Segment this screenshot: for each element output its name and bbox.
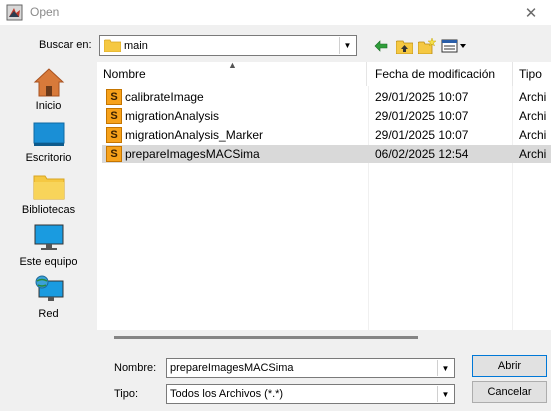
filename-field[interactable]: prepareImagesMACSima ▼ bbox=[166, 358, 455, 378]
place-label: Bibliotecas bbox=[21, 204, 76, 216]
list-item[interactable]: S calibrateImage 29/01/2025 10:07 Archi bbox=[102, 88, 551, 106]
lookin-combo[interactable]: main ▼ bbox=[99, 35, 357, 56]
file-name: calibrateImage bbox=[125, 90, 204, 104]
file-name: migrationAnalysis_Marker bbox=[125, 128, 264, 142]
file-date: 06/02/2025 12:54 bbox=[375, 147, 469, 161]
file-icon: S bbox=[106, 89, 122, 105]
list-item[interactable]: S migrationAnalysis 29/01/2025 10:07 Arc… bbox=[102, 107, 551, 125]
place-label: Inicio bbox=[35, 100, 62, 112]
filetype-value: Todos los Archivos (*.*) bbox=[170, 388, 284, 400]
file-name: prepareImagesMACSima bbox=[125, 147, 260, 161]
window-title: Open bbox=[30, 5, 60, 19]
sort-ascending-icon: ▲ bbox=[228, 60, 237, 70]
place-red[interactable]: Red bbox=[7, 273, 90, 325]
file-date: 29/01/2025 10:07 bbox=[375, 128, 469, 142]
file-date: 29/01/2025 10:07 bbox=[375, 109, 469, 123]
back-button[interactable] bbox=[373, 37, 389, 55]
column-date-label: Fecha de modificación bbox=[375, 67, 496, 81]
place-label: Este equipo bbox=[19, 256, 78, 268]
network-icon bbox=[35, 275, 64, 301]
chevron-down-icon[interactable]: ▼ bbox=[437, 360, 453, 376]
close-button[interactable]: ✕ bbox=[511, 0, 551, 25]
libraries-icon bbox=[33, 175, 65, 200]
places-bar: Inicio Escritorio Bibliotecas Este equip… bbox=[7, 62, 90, 330]
filename-value: prepareImagesMACSima bbox=[170, 362, 294, 374]
folder-icon bbox=[104, 39, 121, 52]
view-menu-button[interactable] bbox=[441, 37, 468, 55]
file-icon: S bbox=[106, 127, 122, 143]
up-folder-button[interactable] bbox=[395, 37, 413, 55]
filename-label: Nombre: bbox=[114, 362, 157, 374]
chevron-down-icon[interactable]: ▼ bbox=[339, 37, 355, 54]
file-name: migrationAnalysis bbox=[125, 109, 220, 123]
desktop-icon bbox=[33, 122, 65, 146]
new-folder-icon bbox=[418, 38, 436, 54]
lookin-value: main bbox=[124, 40, 148, 52]
up-folder-icon bbox=[395, 40, 413, 54]
file-date: 29/01/2025 10:07 bbox=[375, 90, 469, 104]
chevron-down-icon[interactable]: ▼ bbox=[437, 386, 453, 402]
filetype-label: Tipo: bbox=[114, 388, 139, 400]
cancel-button[interactable]: Cancelar bbox=[472, 381, 547, 403]
column-type-label: Tipo bbox=[519, 67, 542, 81]
lookin-label: Buscar en: bbox=[39, 39, 92, 51]
close-icon: ✕ bbox=[524, 4, 538, 22]
file-type: Archi bbox=[519, 90, 547, 104]
column-header-date[interactable]: Fecha de modificación bbox=[369, 62, 513, 86]
file-list[interactable]: ▲ Nombre Fecha de modificación Tipo S ca… bbox=[97, 60, 551, 330]
back-arrow-icon bbox=[374, 40, 388, 52]
place-label: Red bbox=[38, 308, 59, 320]
file-icon: S bbox=[106, 108, 122, 124]
file-icon: S bbox=[106, 146, 122, 162]
file-type: Archi bbox=[519, 128, 547, 142]
column-header-type[interactable]: Tipo bbox=[513, 62, 551, 86]
open-button[interactable]: Abrir bbox=[472, 355, 547, 377]
view-menu-icon bbox=[441, 39, 466, 53]
file-type: Archi bbox=[519, 109, 547, 123]
new-folder-button[interactable] bbox=[418, 37, 436, 55]
place-label: Escritorio bbox=[25, 152, 72, 164]
place-este-equipo[interactable]: Este equipo bbox=[7, 221, 90, 273]
title-bar: Open ✕ bbox=[0, 0, 551, 25]
column-name-label: Nombre bbox=[103, 67, 146, 81]
app-icon bbox=[6, 4, 23, 21]
filetype-select[interactable]: Todos los Archivos (*.*) ▼ bbox=[166, 384, 455, 404]
place-escritorio[interactable]: Escritorio bbox=[7, 117, 90, 169]
home-icon bbox=[33, 68, 65, 97]
place-inicio[interactable]: Inicio bbox=[7, 65, 90, 117]
file-type: Archi bbox=[519, 147, 547, 161]
horizontal-scrollbar[interactable] bbox=[114, 336, 418, 339]
this-pc-icon bbox=[34, 224, 64, 250]
column-header-name[interactable]: ▲ Nombre bbox=[97, 60, 367, 86]
list-item[interactable]: S migrationAnalysis_Marker 29/01/2025 10… bbox=[102, 126, 551, 144]
place-bibliotecas[interactable]: Bibliotecas bbox=[7, 169, 90, 221]
list-item-selected[interactable]: S prepareImagesMACSima 06/02/2025 12:54 … bbox=[102, 145, 551, 163]
